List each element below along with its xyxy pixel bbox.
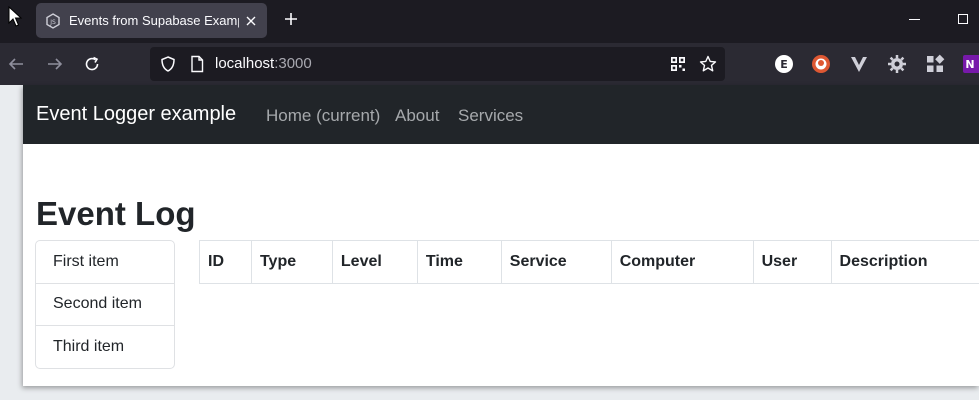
reload-icon[interactable]	[83, 55, 101, 73]
events-table: ID Type Level Time Service Computer User…	[199, 240, 979, 284]
onenote-icon[interactable]: N	[962, 54, 979, 74]
column-header-time: Time	[416, 240, 502, 284]
close-tab-icon[interactable]	[243, 13, 259, 29]
list-item-second[interactable]: Second item	[36, 284, 174, 326]
nav-link-about[interactable]: About	[395, 106, 439, 126]
table-header-row: ID Type Level Time Service Computer User…	[199, 240, 979, 284]
extensions-puzzle-icon[interactable]	[925, 54, 945, 74]
url-bar[interactable]: localhost:3000	[150, 47, 725, 81]
back-arrow-icon[interactable]	[7, 55, 25, 73]
qr-code-icon[interactable]	[670, 56, 686, 72]
browser-toolbar: localhost:3000 E N	[0, 43, 979, 85]
vimium-v-icon[interactable]	[849, 54, 869, 74]
web-page: Event Logger example Home (current) Abou…	[23, 85, 979, 386]
page-info-icon[interactable]	[190, 55, 204, 73]
tracking-protection-shield-icon[interactable]	[159, 55, 177, 73]
forward-arrow-icon[interactable]	[46, 55, 64, 73]
column-header-id: ID	[199, 240, 252, 284]
url-text[interactable]: localhost:3000	[215, 55, 312, 72]
nav-link-home[interactable]: Home (current)	[266, 106, 380, 126]
column-header-level: Level	[331, 240, 418, 284]
extension-e-icon[interactable]: E	[774, 54, 794, 74]
browser-tab-active[interactable]: JS Events from Supabase Example	[36, 3, 267, 38]
svg-text:N: N	[965, 58, 974, 71]
column-header-service: Service	[500, 240, 612, 284]
bookmark-star-icon[interactable]	[699, 55, 717, 73]
nav-link-services[interactable]: Services	[458, 106, 523, 126]
browser-tab-strip: JS Events from Supabase Example	[0, 0, 979, 43]
list-item-first[interactable]: First item	[36, 241, 174, 284]
svg-text:JS: JS	[49, 19, 56, 26]
svg-text:E: E	[780, 58, 788, 71]
url-host: localhost	[215, 55, 275, 72]
tab-title: Events from Supabase Example	[69, 13, 239, 28]
column-header-user: User	[752, 240, 832, 284]
column-header-type: Type	[250, 240, 333, 284]
duckduckgo-icon[interactable]	[811, 54, 831, 74]
column-header-computer: Computer	[610, 240, 754, 284]
new-tab-icon[interactable]	[283, 11, 299, 27]
app-navbar: Event Logger example Home (current) Abou…	[23, 85, 979, 144]
gear-extension-icon[interactable]	[887, 54, 907, 74]
column-header-description: Description	[830, 240, 979, 284]
side-list-group: First item Second item Third item	[35, 240, 175, 369]
navbar-brand[interactable]: Event Logger example	[36, 103, 236, 126]
minimize-window-icon[interactable]	[909, 19, 920, 20]
url-port: :3000	[274, 55, 312, 72]
list-item-third[interactable]: Third item	[36, 326, 174, 369]
maximize-window-icon[interactable]	[958, 14, 968, 24]
mouse-cursor-icon	[8, 6, 23, 27]
nodejs-favicon-icon: JS	[46, 12, 60, 29]
page-title: Event Log	[36, 195, 196, 232]
